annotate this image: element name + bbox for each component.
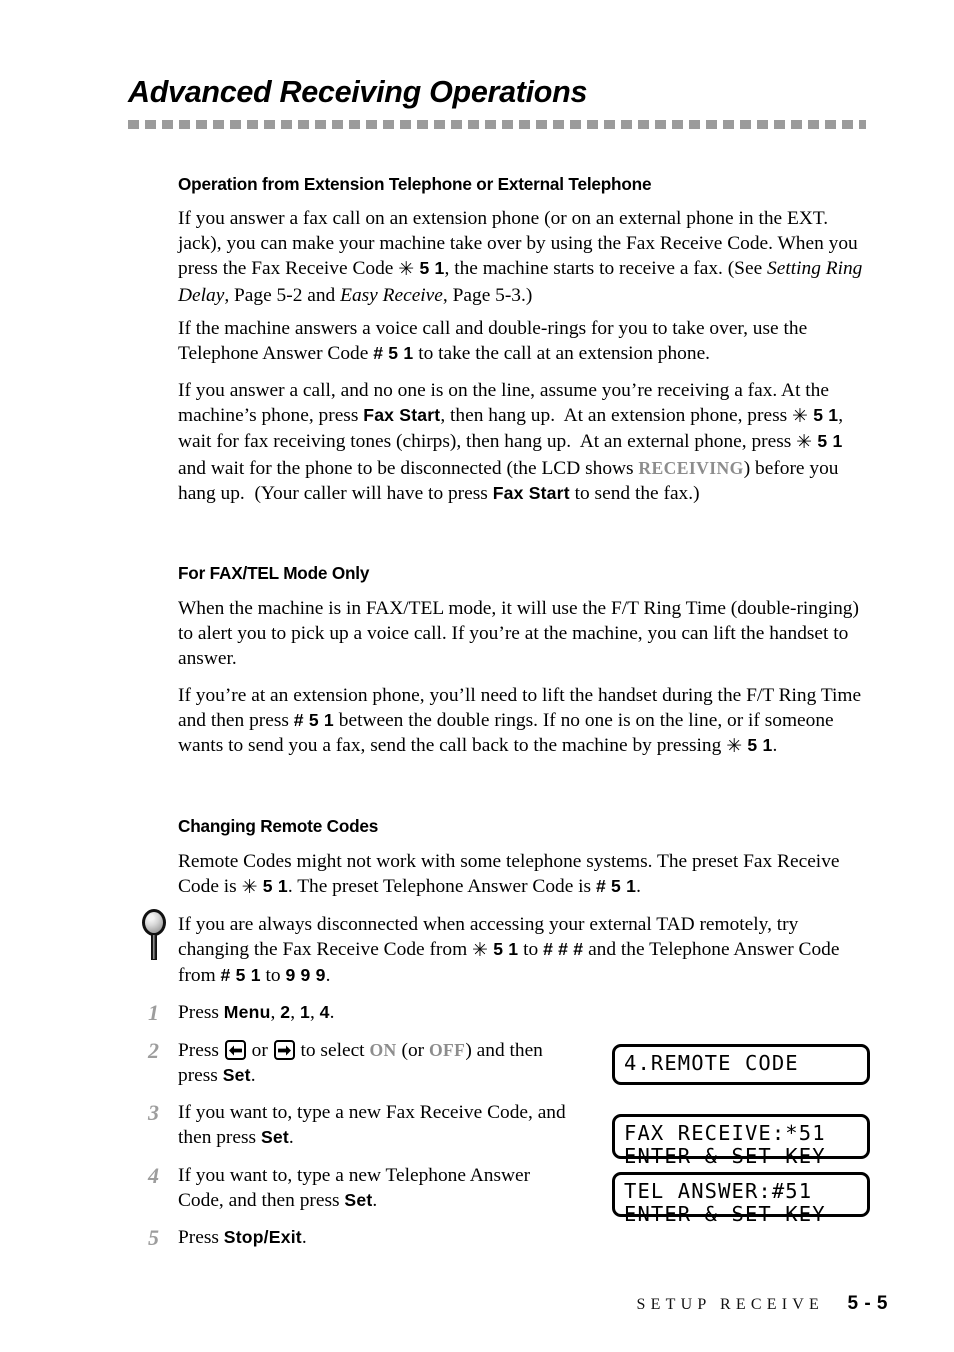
inline-code-hash-hash-hash: # # # (543, 939, 584, 960)
lcd-remote-code-line1: 4.REMOTE CODE (624, 1051, 799, 1075)
step-3-text: If you want to, type a new Fax Receive C… (178, 1102, 566, 1149)
section-heading-extension-telephone-wrap: Operation from Extension Telephone or Ex… (178, 174, 872, 195)
step-2: 2 Press or to select ON (or OFF) and the… (148, 1038, 578, 1088)
cross-ref-setting-ring-delay: Setting Ring Delay (178, 258, 863, 306)
step-5-number: 5 (148, 1225, 159, 1250)
step-5-text: Press Stop/Exit. (178, 1227, 307, 1248)
step-5: 5 Press Stop/Exit. (148, 1225, 578, 1250)
step-3: 3 If you want to, type a new Fax Receive… (148, 1100, 578, 1150)
title-dashed-rule (128, 120, 866, 129)
step-3-number: 3 (148, 1100, 159, 1125)
manual-page: Advanced Receiving Operations Operation … (0, 0, 954, 1352)
lcd-tel-answer-display: TEL ANSWER:#51 ENTER & SET KEY (612, 1172, 870, 1226)
section-heading-extension-telephone: Operation from Extension Telephone or Ex… (178, 174, 652, 194)
magnifier-icon (139, 909, 169, 971)
lcd-fax-receive-display: FAX RECEIVE:*51 ENTER & SET KEY (612, 1114, 870, 1168)
inline-key-2: 2 (280, 1002, 291, 1022)
paragraph-faxtel-1: When the machine is in FAX/TEL mode, it … (178, 598, 859, 670)
inline-code-hash-5-1: # 5 1 (373, 343, 414, 364)
paragraph-remote-codes-1: Remote Codes might not work with some te… (178, 851, 840, 899)
lcd-tel-answer-line2: ENTER & SET KEY (624, 1202, 826, 1226)
lcd-fax-receive-line1: FAX RECEIVE:*51 (624, 1121, 826, 1145)
step-4: 4 If you want to, type a new Telephone A… (148, 1163, 578, 1213)
step-4-text: If you want to, type a new Telephone Ans… (178, 1165, 531, 1212)
page-footer: SETUP RECEIVE 5 - 5 (0, 1293, 954, 1326)
paragraph-faxtel-2: If you’re at an extension phone, you’ll … (178, 685, 862, 758)
lcd-fax-receive-line2: ENTER & SET KEY (624, 1144, 826, 1168)
section-heading-faxtel-wrap: For FAX/TEL Mode Only (178, 563, 872, 584)
magnifier-handle (151, 934, 157, 960)
cross-ref-easy-receive: Easy Receive (340, 284, 443, 306)
step-1: 1 Press Menu, 2, 1, 4. (148, 1000, 578, 1025)
footer-section-name: SETUP RECEIVE (636, 1296, 824, 1313)
inline-option-on: ON (369, 1040, 397, 1060)
paragraph-extension-1: If you answer a fax call on an extension… (178, 208, 863, 306)
paragraph-extension-3: If you answer a call, and no one is on t… (178, 380, 844, 504)
step-4-number: 4 (148, 1163, 159, 1188)
inline-key-stop-exit: Stop/Exit (223, 1227, 302, 1247)
step-1-text: Press Menu, 2, 1, 4. (178, 1002, 335, 1023)
inline-code-999: 9 9 9 (285, 965, 326, 986)
right-arrow-key-icon (273, 1040, 295, 1060)
inline-lcd-receiving: RECEIVING (638, 457, 744, 478)
section-heading-remote-codes-wrap: Changing Remote Codes (178, 816, 872, 837)
page-title: Advanced Receiving Operations (128, 75, 588, 109)
left-arrow-key-icon (224, 1040, 246, 1060)
inline-key-1: 1 (299, 1002, 310, 1022)
step-2-text: Press or to select ON (or OFF) and then … (178, 1040, 543, 1087)
inline-option-off: OFF (428, 1040, 466, 1060)
note-text: If you are always disconnected when acce… (178, 914, 840, 987)
inline-key-set: Set (222, 1065, 251, 1086)
inline-key-fax-start: Fax Start (363, 405, 441, 426)
inline-key-menu: Menu (223, 1002, 271, 1022)
footer-page-number: 5 - 5 (847, 1293, 888, 1314)
inline-key-4: 4 (319, 1002, 330, 1022)
step-1-number: 1 (148, 1000, 159, 1025)
page-title-block: Advanced Receiving Operations (128, 74, 868, 110)
lcd-remote-code-display: 4.REMOTE CODE (612, 1044, 870, 1085)
step-2-number: 2 (148, 1038, 159, 1063)
section-heading-changing-remote-codes: Changing Remote Codes (178, 816, 379, 836)
lcd-tel-answer-line1: TEL ANSWER:#51 (624, 1179, 813, 1203)
inline-code-star-5-1: ✳ 5 1 (398, 258, 445, 281)
section-heading-faxtel-mode: For FAX/TEL Mode Only (178, 563, 370, 583)
paragraph-extension-2: If the machine answers a voice call and … (178, 318, 808, 365)
